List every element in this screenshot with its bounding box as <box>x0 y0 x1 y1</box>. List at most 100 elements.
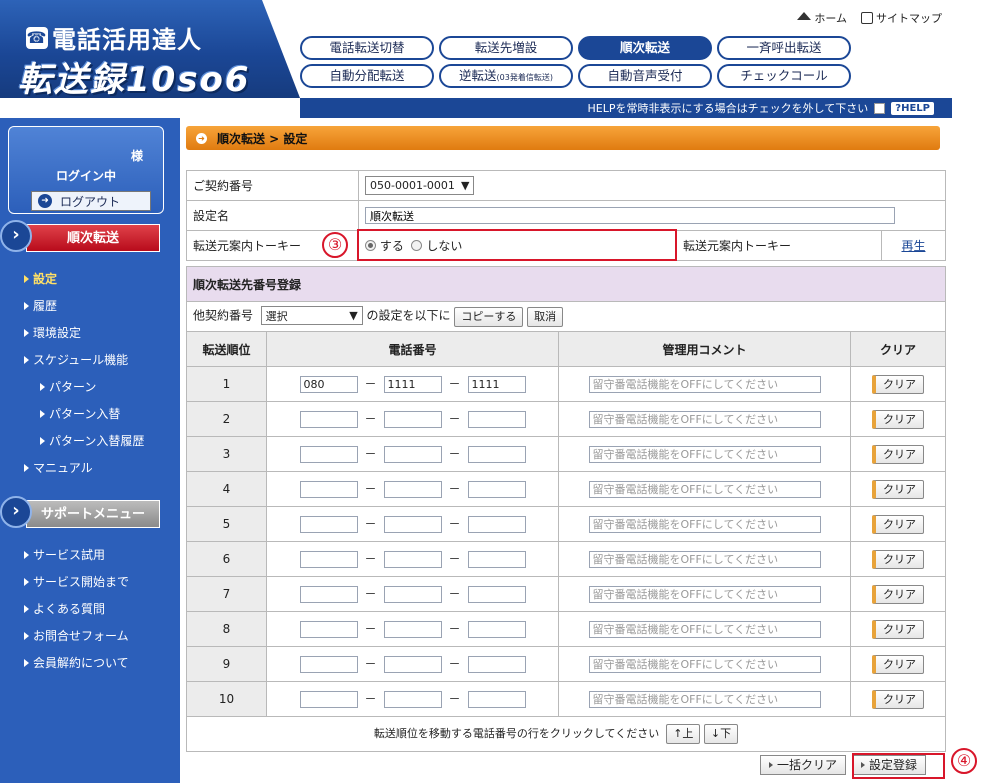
phone-part-1[interactable] <box>299 621 358 638</box>
table-row[interactable]: 8 －－留守番電話機能をOFFにしてください クリア <box>186 611 946 647</box>
section-title[interactable]: 順次転送 <box>26 224 160 252</box>
sidebar-item-pattern-swap[interactable]: パターン入替 <box>40 405 120 422</box>
phone-part-3[interactable] <box>467 691 526 708</box>
table-row[interactable]: 7 －－留守番電話機能をOFFにしてください クリア <box>186 576 946 612</box>
phone-part-2[interactable] <box>383 691 442 708</box>
phone-part-1[interactable] <box>299 691 358 708</box>
phone-part-1[interactable] <box>299 446 358 463</box>
help-button[interactable]: ?HELP <box>891 101 934 115</box>
phone-part-2[interactable] <box>383 411 442 428</box>
sidebar-item-contact[interactable]: お問合せフォーム <box>24 627 129 644</box>
comment-input[interactable]: 留守番電話機能をOFFにしてください <box>588 585 821 603</box>
copy-button[interactable]: コピーする <box>454 306 524 327</box>
contract-select[interactable]: 050-0001-0001 ▼ <box>365 176 475 195</box>
phone-part-3[interactable] <box>467 516 526 533</box>
table-row[interactable]: 6 －－留守番電話機能をOFFにしてください クリア <box>186 541 946 577</box>
setting-name-input[interactable] <box>365 207 895 224</box>
clear-row-button[interactable]: クリア <box>872 689 924 709</box>
phone-part-3[interactable] <box>467 446 526 463</box>
nav-auto-distribute[interactable]: 自動分配転送 <box>300 64 434 88</box>
phone-part-2[interactable] <box>383 446 442 463</box>
table-row[interactable]: 4 －－留守番電話機能をOFFにしてください クリア <box>186 471 946 507</box>
nav-auto-voice[interactable]: 自動音声受付 <box>578 64 712 88</box>
table-row[interactable]: 2 －－留守番電話機能をOFFにしてください クリア <box>186 401 946 437</box>
nav-check-call[interactable]: チェックコール <box>717 64 851 88</box>
phone-part-2[interactable] <box>383 656 442 673</box>
comment-input[interactable]: 留守番電話機能をOFFにしてください <box>588 690 821 708</box>
sidebar-item-manual[interactable]: マニュアル <box>24 459 93 476</box>
comment-input[interactable]: 留守番電話機能をOFFにしてください <box>588 620 821 638</box>
phone-part-1[interactable]: 080 <box>299 376 358 393</box>
phone-part-1[interactable] <box>299 481 358 498</box>
section-title[interactable]: サポートメニュー <box>26 500 160 528</box>
comment-input[interactable]: 留守番電話機能をOFFにしてください <box>588 655 821 673</box>
comment-input[interactable]: 留守番電話機能をOFFにしてください <box>588 480 821 498</box>
move-down-button[interactable]: ↓下 <box>703 724 739 744</box>
sitemap-link[interactable]: サイトマップ <box>861 10 942 26</box>
table-row[interactable]: 9 －－留守番電話機能をOFFにしてください クリア <box>186 646 946 682</box>
clear-all-button[interactable]: 一括クリア <box>760 755 847 775</box>
phone-part-3[interactable] <box>467 621 526 638</box>
table-row[interactable]: 1 080 － 1111 － 1111 留守番電話機能をOFFにしてください クリア <box>186 366 946 402</box>
phone-part-3[interactable] <box>467 481 526 498</box>
clear-row-button[interactable]: クリア <box>872 444 924 464</box>
comment-cell: 留守番電話機能をOFFにしてください <box>558 681 851 717</box>
sidebar-item-pattern[interactable]: パターン <box>40 378 96 395</box>
home-link[interactable]: ホーム <box>797 10 847 26</box>
phone-part-2[interactable]: 1111 <box>383 376 442 393</box>
sidebar-item-cancel-membership[interactable]: 会員解約について <box>24 654 129 671</box>
nav-simultaneous-forward[interactable]: 一斉呼出転送 <box>717 36 851 60</box>
table-row[interactable]: 5 －－留守番電話機能をOFFにしてください クリア <box>186 506 946 542</box>
phone-part-2[interactable] <box>383 551 442 568</box>
clear-row-button[interactable]: クリア <box>872 514 924 534</box>
phone-part-1[interactable] <box>299 551 358 568</box>
phone-part-1[interactable] <box>299 586 358 603</box>
logo-panel[interactable]: ☎ 電話活用達人 転送録10so6 <box>0 0 300 98</box>
comment-input[interactable]: 留守番電話機能をOFFにしてください <box>588 515 821 533</box>
sidebar-item-settings[interactable]: 設定 <box>24 270 57 287</box>
comment-input[interactable]: 留守番電話機能をOFFにしてください <box>588 375 821 393</box>
phone-part-2[interactable] <box>383 621 442 638</box>
clear-row-button[interactable]: クリア <box>872 549 924 569</box>
phone-part-1[interactable] <box>299 516 358 533</box>
phone-part-2[interactable] <box>383 586 442 603</box>
clear-row-button[interactable]: クリア <box>872 374 924 394</box>
comment-input[interactable]: 留守番電話機能をOFFにしてください <box>588 445 821 463</box>
nav-add-destination[interactable]: 転送先増設 <box>439 36 573 60</box>
phone-part-3[interactable] <box>467 656 526 673</box>
table-row[interactable]: 3 －－留守番電話機能をOFFにしてください クリア <box>186 436 946 472</box>
sidebar-item-pattern-swap-history[interactable]: パターン入替履歴 <box>40 432 144 449</box>
phone-part-1[interactable] <box>299 411 358 428</box>
logout-button[interactable]: ➜ ログアウト <box>31 191 151 211</box>
clear-row-button[interactable]: クリア <box>872 584 924 604</box>
phone-part-2[interactable] <box>383 516 442 533</box>
play-link[interactable]: 再生 <box>901 239 925 253</box>
comment-input[interactable]: 留守番電話機能をOFFにしてください <box>588 410 821 428</box>
sidebar-item-schedule[interactable]: スケジュール機能 <box>24 351 128 368</box>
phone-part-3[interactable] <box>467 586 526 603</box>
comment-input[interactable]: 留守番電話機能をOFFにしてください <box>588 550 821 568</box>
phone-part-3[interactable]: 1111 <box>467 376 526 393</box>
help-checkbox[interactable] <box>874 102 886 114</box>
sidebar-item-environment[interactable]: 環境設定 <box>24 324 81 341</box>
phone-part-2[interactable] <box>383 481 442 498</box>
cancel-button[interactable]: 取消 <box>527 306 564 327</box>
sidebar-item-trial[interactable]: サービス試用 <box>24 546 105 563</box>
dash: － <box>448 622 461 636</box>
sidebar-item-start[interactable]: サービス開始まで <box>24 573 129 590</box>
sidebar-item-faq[interactable]: よくある質問 <box>24 600 105 617</box>
phone-part-1[interactable] <box>299 656 358 673</box>
phone-part-3[interactable] <box>467 411 526 428</box>
move-up-button[interactable]: ↑上 <box>666 724 701 744</box>
other-contract-select[interactable]: 選択 ▼ <box>260 306 363 326</box>
clear-row-button[interactable]: クリア <box>872 479 924 499</box>
table-row[interactable]: 10 －－留守番電話機能をOFFにしてください クリア <box>186 681 946 717</box>
nav-call-forward-switch[interactable]: 電話転送切替 <box>300 36 434 60</box>
clear-row-button[interactable]: クリア <box>872 619 924 639</box>
clear-row-button[interactable]: クリア <box>872 409 924 429</box>
phone-part-3[interactable] <box>467 551 526 568</box>
sidebar-item-history[interactable]: 履歴 <box>24 297 57 314</box>
clear-row-button[interactable]: クリア <box>872 654 924 674</box>
nav-sequential-forward[interactable]: 順次転送 <box>578 36 712 60</box>
nav-reverse-forward[interactable]: 逆転送(03発着信転送) <box>439 64 573 88</box>
